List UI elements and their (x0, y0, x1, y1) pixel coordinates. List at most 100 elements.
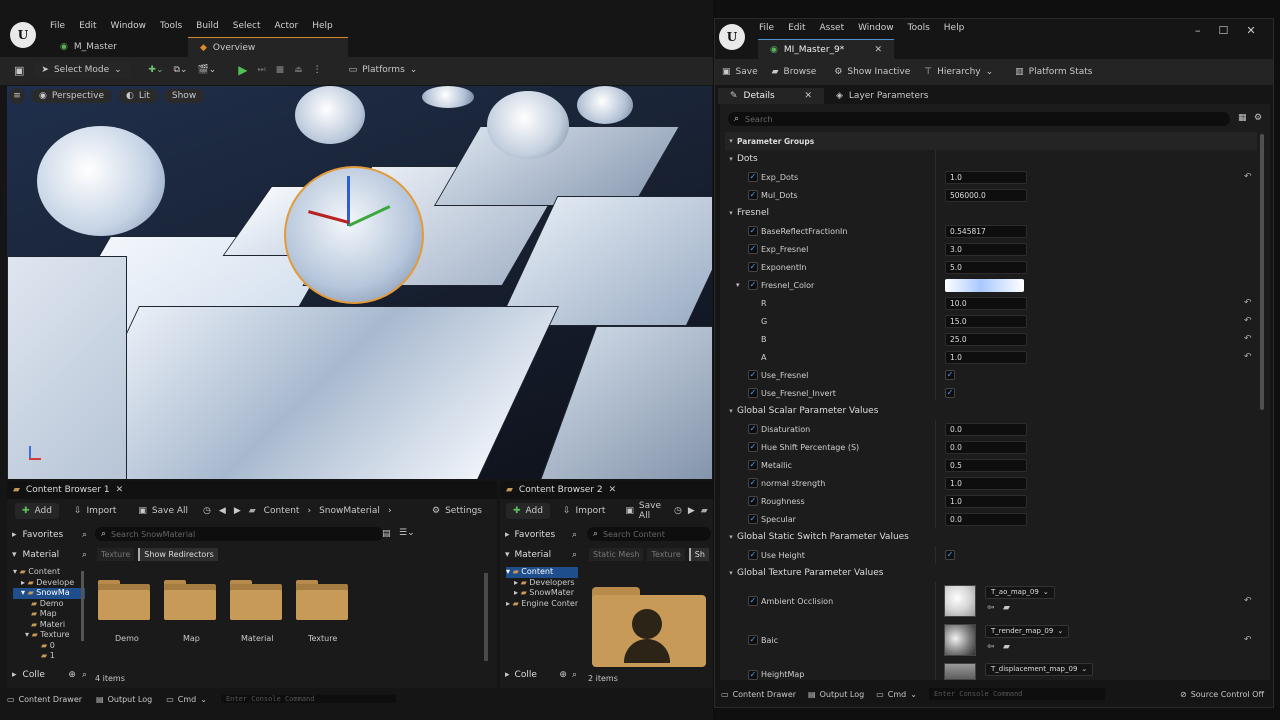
reset-icon[interactable]: ↶ (1244, 635, 1252, 645)
output-log-button[interactable]: ▤ Output Log (808, 690, 864, 699)
override-checkbox[interactable]: ✓ (748, 669, 758, 680)
show-inactive-button[interactable]: ⚙ Show Inactive (834, 67, 910, 77)
override-checkbox[interactable]: ✓ (748, 496, 758, 506)
select-mode-dropdown[interactable]: ➤ Select Mode ⌄ (34, 62, 131, 78)
value-field[interactable]: 15.0 (945, 314, 1027, 328)
tree-item[interactable]: ▰ Map (13, 609, 85, 620)
minimize-icon[interactable]: – (1195, 24, 1201, 37)
tab-details[interactable]: ✎ Details ✕ (718, 88, 824, 104)
menu-edit[interactable]: Edit (788, 23, 805, 33)
save-icon[interactable]: ▣ (14, 64, 24, 77)
reset-icon[interactable]: ↶ (1244, 596, 1252, 606)
tab-layer-parameters[interactable]: ◈ Layer Parameters (824, 88, 940, 104)
import-button[interactable]: ⇩ Import (556, 503, 612, 519)
tree-item[interactable]: ▰ Materi (13, 620, 85, 631)
override-checkbox[interactable]: ✓ (748, 460, 758, 470)
preview-sphere[interactable] (295, 86, 365, 144)
plus-circle-icon[interactable]: ⊕ (559, 670, 567, 680)
value-checkbox[interactable]: ✓ (945, 388, 955, 398)
override-checkbox[interactable]: ✓ (748, 442, 758, 452)
override-checkbox[interactable]: ✓ (748, 280, 758, 290)
developers-folder-thumbnail[interactable] (592, 587, 706, 667)
override-checkbox[interactable]: ✓ (748, 514, 758, 524)
tree-item[interactable]: ▾ ▰ Texture (13, 630, 85, 641)
value-field[interactable]: 0.0 (945, 512, 1027, 526)
search-icon[interactable]: ⌕ (572, 550, 577, 560)
browse-icon[interactable]: ▰ (1003, 603, 1010, 613)
table-view-icon[interactable]: ▦ (1238, 113, 1247, 123)
breadcrumb-snowmaterial[interactable]: SnowMaterial (319, 506, 380, 516)
value-field[interactable]: 506000.0 (945, 188, 1027, 202)
menu-help[interactable]: Help (944, 23, 965, 33)
folder-demo[interactable] (98, 580, 150, 620)
reset-icon[interactable]: ↶ (1244, 316, 1252, 326)
texture-thumbnail[interactable] (944, 663, 976, 680)
tree-item[interactable]: ▰ Demo (13, 599, 85, 610)
use-selected-icon[interactable]: ⇦ (987, 603, 995, 613)
menu-build[interactable]: Build (196, 21, 219, 31)
tree-item[interactable]: ▾ ▰ Content (506, 567, 578, 578)
filter-chip-show-redirectors[interactable]: Show Redirectors (138, 548, 218, 561)
search-input[interactable]: Search Content (603, 530, 665, 539)
tree-item[interactable]: ▸ ▰ Develope (13, 578, 85, 589)
override-checkbox[interactable]: ✓ (748, 190, 758, 200)
expand-icon[interactable]: ▾ (736, 281, 740, 289)
menu-window[interactable]: Window (858, 23, 894, 33)
step-icon[interactable]: ⏭ (257, 65, 265, 75)
favorites-header[interactable]: Favorites (23, 530, 64, 540)
menu-edit[interactable]: Edit (79, 21, 96, 31)
maximize-icon[interactable]: ☐ (1219, 24, 1229, 37)
play-icon[interactable]: ▶ (238, 63, 247, 77)
reset-icon[interactable]: ↶ (1244, 334, 1252, 344)
folder-map[interactable] (164, 580, 216, 620)
tab-m-master[interactable]: ◉ M_Master (48, 37, 188, 57)
tab-overview[interactable]: ◆ Overview (188, 37, 348, 57)
search-icon[interactable]: ⌕ (82, 550, 87, 560)
group-fresnel[interactable]: ▾ Fresnel (725, 204, 1257, 222)
browse-icon[interactable]: ▰ (1003, 642, 1010, 652)
override-checkbox[interactable]: ✓ (748, 550, 758, 560)
override-checkbox[interactable]: ✓ (748, 262, 758, 272)
parameter-groups-header[interactable]: ▾ Parameter Groups (725, 132, 1257, 150)
search-input[interactable]: Search SnowMaterial (111, 530, 195, 539)
menu-help[interactable]: Help (312, 21, 333, 31)
search-icon[interactable]: ⌕ (82, 670, 87, 680)
blueprint-icon[interactable]: ⧉⌄ (174, 65, 188, 75)
cmd-dropdown[interactable]: ▭ Cmd ⌄ (166, 695, 207, 704)
menu-asset[interactable]: Asset (820, 23, 845, 33)
scrollbar[interactable] (484, 573, 488, 661)
preview-sphere[interactable] (487, 91, 569, 159)
texture-thumbnail[interactable] (944, 624, 976, 656)
texture-asset-picker[interactable]: T_ao_map_09 ⌄ (985, 586, 1055, 599)
override-checkbox[interactable]: ✓ (748, 226, 758, 236)
close-icon[interactable]: ✕ (874, 45, 882, 55)
collections-header[interactable]: Colle (515, 670, 537, 680)
tree-item[interactable]: ▸ ▰ Developers (506, 578, 578, 589)
tree-item[interactable]: ▸ ▰ SnowMater (506, 588, 578, 599)
override-checkbox[interactable]: ✓ (748, 424, 758, 434)
unreal-logo[interactable]: U (10, 22, 36, 48)
close-window-icon[interactable]: ✕ (1246, 24, 1255, 37)
plus-circle-icon[interactable]: ⊕ (68, 670, 76, 680)
value-field[interactable]: 10.0 (945, 296, 1027, 310)
value-field[interactable]: 25.0 (945, 332, 1027, 346)
preview-sphere[interactable] (422, 86, 474, 108)
value-field[interactable]: 0.0 (945, 440, 1027, 454)
content-drawer-button[interactable]: ▭ Content Drawer (721, 690, 796, 699)
close-icon[interactable]: ✕ (804, 91, 812, 101)
value-field[interactable]: 1.0 (945, 350, 1027, 364)
history-icon[interactable]: ◷ (203, 506, 211, 516)
platform-stats-button[interactable]: ▥ Platform Stats (1015, 67, 1092, 77)
perspective-button[interactable]: ◉ Perspective (31, 89, 112, 103)
breadcrumb-content[interactable]: Content (264, 506, 300, 516)
preview-sphere[interactable] (577, 86, 633, 124)
back-icon[interactable]: ◀ (219, 506, 226, 516)
material-header[interactable]: Material (23, 550, 60, 560)
reset-icon[interactable]: ↶ (1244, 172, 1252, 182)
unreal-logo[interactable]: U (719, 24, 745, 50)
folder-material[interactable] (230, 580, 282, 620)
browse-button[interactable]: ▰ Browse (772, 67, 817, 77)
reset-icon[interactable]: ↶ (1244, 352, 1252, 362)
transform-gizmo[interactable] (307, 176, 407, 246)
override-checkbox[interactable]: ✓ (748, 172, 758, 182)
